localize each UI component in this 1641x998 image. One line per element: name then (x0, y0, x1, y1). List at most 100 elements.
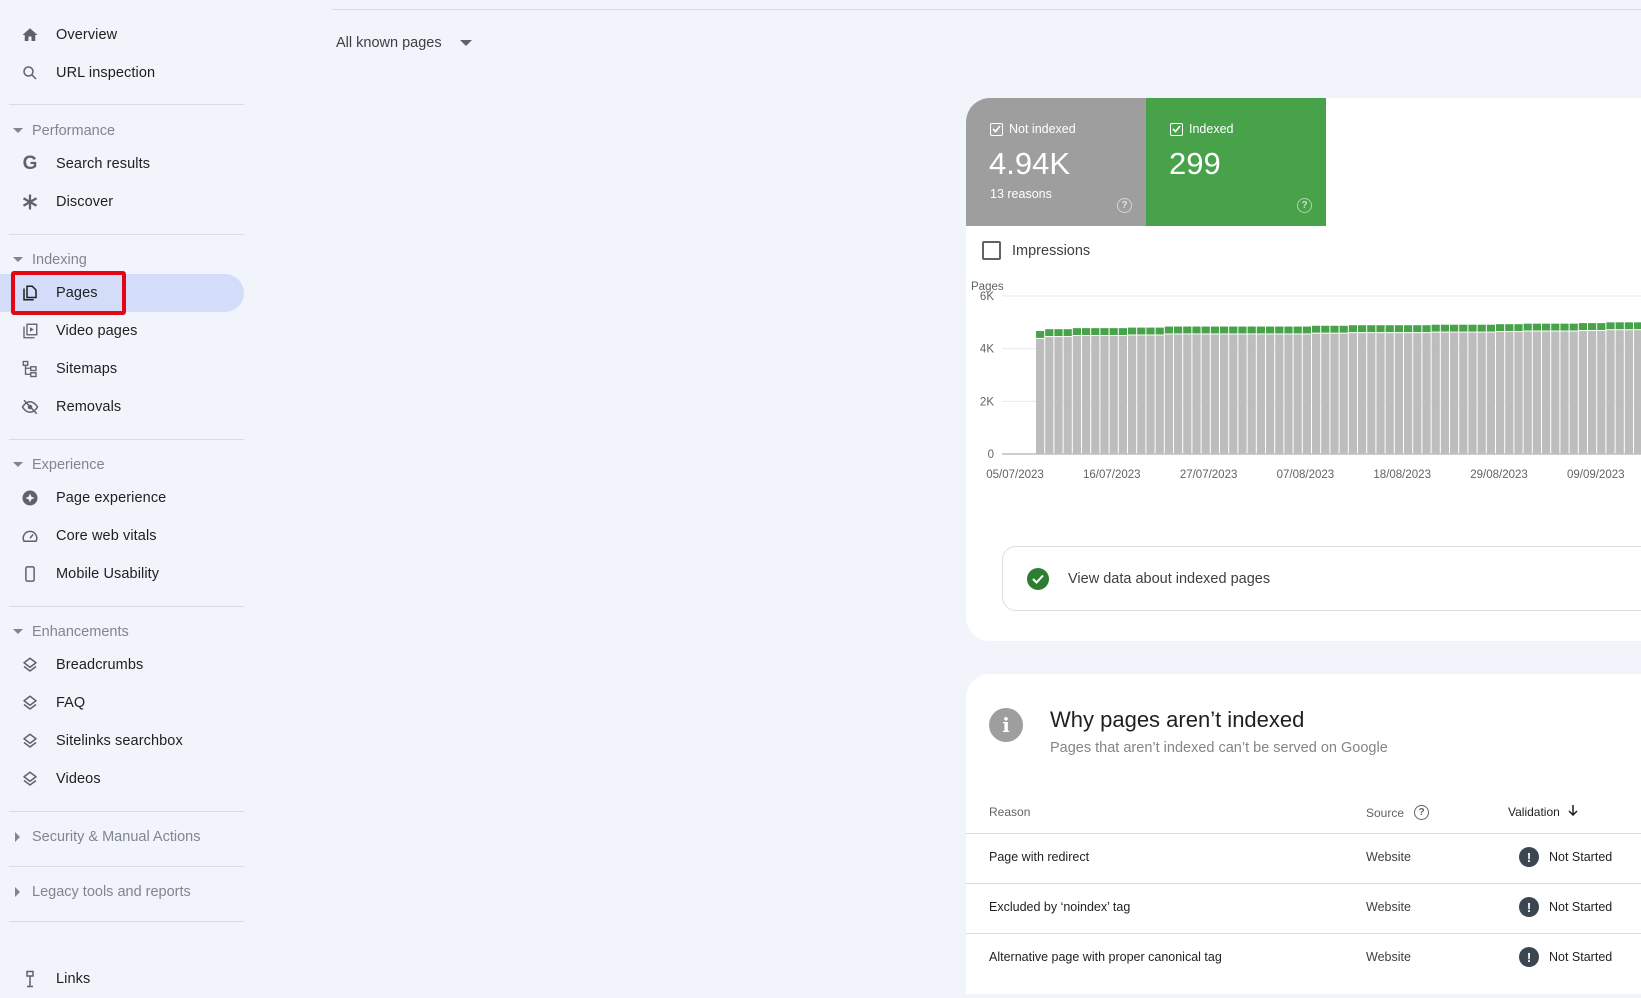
bar-not-indexed[interactable] (1302, 334, 1311, 454)
bar-not-indexed[interactable] (1477, 332, 1486, 454)
bar-indexed[interactable] (1128, 327, 1137, 335)
bar-not-indexed[interactable] (1109, 336, 1118, 454)
bar-indexed[interactable] (1450, 324, 1459, 332)
column-header-reason[interactable]: Reason (989, 805, 1030, 819)
sidebar-item-breadcrumbs[interactable]: Breadcrumbs (0, 646, 244, 684)
sidebar-item-core-web-vitals[interactable]: Core web vitals (0, 517, 244, 555)
bar-indexed[interactable] (1192, 326, 1201, 334)
bar-indexed[interactable] (1486, 324, 1495, 332)
bar-not-indexed[interactable] (1542, 331, 1551, 454)
bar-indexed[interactable] (1284, 326, 1293, 334)
column-header-validation[interactable]: Validation (1508, 805, 1578, 819)
bar-indexed[interactable] (1266, 326, 1275, 334)
sidebar-item-removals[interactable]: Removals (0, 388, 244, 426)
bar-indexed[interactable] (1514, 324, 1523, 332)
bar-not-indexed[interactable] (1174, 334, 1183, 454)
bar-not-indexed[interactable] (1128, 335, 1137, 455)
section-enhancements[interactable]: Enhancements (0, 617, 244, 647)
bar-indexed[interactable] (1505, 324, 1514, 332)
bar-indexed[interactable] (1542, 323, 1551, 331)
bar-not-indexed[interactable] (1054, 337, 1063, 454)
bar-indexed[interactable] (1247, 326, 1256, 334)
bar-indexed[interactable] (1615, 322, 1624, 330)
bar-not-indexed[interactable] (1330, 333, 1339, 454)
bar-not-indexed[interactable] (1560, 331, 1569, 454)
bar-indexed[interactable] (1597, 323, 1606, 331)
sidebar-item-sitemaps[interactable]: Sitemaps (0, 350, 244, 388)
section-legacy-tools[interactable]: Legacy tools and reports (0, 877, 244, 907)
bar-not-indexed[interactable] (1137, 335, 1146, 455)
bar-indexed[interactable] (1496, 324, 1505, 332)
bar-not-indexed[interactable] (1606, 330, 1615, 454)
bar-indexed[interactable] (1413, 325, 1422, 333)
view-indexed-pages-link[interactable]: View data about indexed pages (1002, 546, 1641, 611)
bar-indexed[interactable] (1063, 329, 1072, 337)
bar-not-indexed[interactable] (1496, 332, 1505, 454)
bar-indexed[interactable] (1072, 328, 1081, 336)
table-row[interactable]: Excluded by ‘noindex’ tag Website ! Not S… (966, 883, 1641, 933)
bar-not-indexed[interactable] (1229, 334, 1238, 454)
bar-not-indexed[interactable] (1514, 332, 1523, 454)
table-row[interactable]: Page with redirect Website ! Not Started (966, 833, 1641, 883)
bar-indexed[interactable] (1569, 323, 1578, 331)
bar-not-indexed[interactable] (1266, 334, 1275, 454)
section-experience[interactable]: Experience (0, 450, 244, 480)
bar-not-indexed[interactable] (1597, 331, 1606, 454)
bar-not-indexed[interactable] (1348, 333, 1357, 454)
bar-indexed[interactable] (1293, 326, 1302, 334)
section-security-manual-actions[interactable]: Security & Manual Actions (0, 822, 244, 852)
bar-not-indexed[interactable] (1293, 334, 1302, 454)
bar-not-indexed[interactable] (1551, 331, 1560, 454)
bar-not-indexed[interactable] (1284, 334, 1293, 454)
bar-indexed[interactable] (1238, 326, 1247, 334)
bar-not-indexed[interactable] (1238, 334, 1247, 454)
bar-indexed[interactable] (1532, 323, 1541, 331)
bar-indexed[interactable] (1348, 325, 1357, 333)
bar-indexed[interactable] (1634, 322, 1641, 330)
bar-indexed[interactable] (1256, 326, 1265, 334)
bar-not-indexed[interactable] (1532, 331, 1541, 454)
bar-not-indexed[interactable] (1422, 333, 1431, 454)
sidebar-item-page-experience[interactable]: Page experience (0, 479, 244, 517)
bar-indexed[interactable] (1137, 327, 1146, 335)
bar-indexed[interactable] (1459, 324, 1468, 332)
bar-not-indexed[interactable] (1505, 332, 1514, 454)
bar-not-indexed[interactable] (1210, 334, 1219, 454)
page-filter-dropdown[interactable]: All known pages (336, 30, 472, 56)
sidebar-item-sitelinks-searchbox[interactable]: Sitelinks searchbox (0, 722, 244, 760)
bar-not-indexed[interactable] (1082, 336, 1091, 454)
bar-indexed[interactable] (1302, 326, 1311, 334)
bar-indexed[interactable] (1431, 324, 1440, 332)
bar-not-indexed[interactable] (1440, 332, 1449, 454)
bar-not-indexed[interactable] (1183, 334, 1192, 454)
bar-indexed[interactable] (1229, 326, 1238, 334)
bar-not-indexed[interactable] (1385, 333, 1394, 454)
bar-indexed[interactable] (1440, 324, 1449, 332)
bar-not-indexed[interactable] (1164, 334, 1173, 454)
sidebar-item-faq[interactable]: FAQ (0, 684, 244, 722)
sidebar-item-links[interactable]: Links (0, 960, 244, 998)
bar-indexed[interactable] (1091, 328, 1100, 336)
sidebar-item-video-pages[interactable]: Video pages (0, 312, 244, 350)
bar-indexed[interactable] (1312, 325, 1321, 333)
sidebar-item-discover[interactable]: Discover (0, 183, 244, 221)
bar-indexed[interactable] (1606, 322, 1615, 330)
bar-not-indexed[interactable] (1578, 331, 1587, 454)
bar-not-indexed[interactable] (1358, 333, 1367, 454)
bar-indexed[interactable] (1082, 328, 1091, 336)
section-performance[interactable]: Performance (0, 116, 244, 146)
bar-not-indexed[interactable] (1201, 334, 1210, 454)
bar-not-indexed[interactable] (1634, 330, 1641, 454)
bar-indexed[interactable] (1100, 328, 1109, 336)
bar-not-indexed[interactable] (1376, 333, 1385, 454)
bar-not-indexed[interactable] (1486, 332, 1495, 454)
bar-not-indexed[interactable] (1450, 332, 1459, 454)
bar-not-indexed[interactable] (1155, 335, 1164, 455)
bar-not-indexed[interactable] (1367, 333, 1376, 454)
bar-not-indexed[interactable] (1569, 331, 1578, 454)
sidebar-item-overview[interactable]: Overview (0, 16, 244, 54)
bar-not-indexed[interactable] (1588, 331, 1597, 454)
bar-not-indexed[interactable] (1413, 333, 1422, 454)
bar-not-indexed[interactable] (1118, 336, 1127, 454)
bar-indexed[interactable] (1201, 326, 1210, 334)
